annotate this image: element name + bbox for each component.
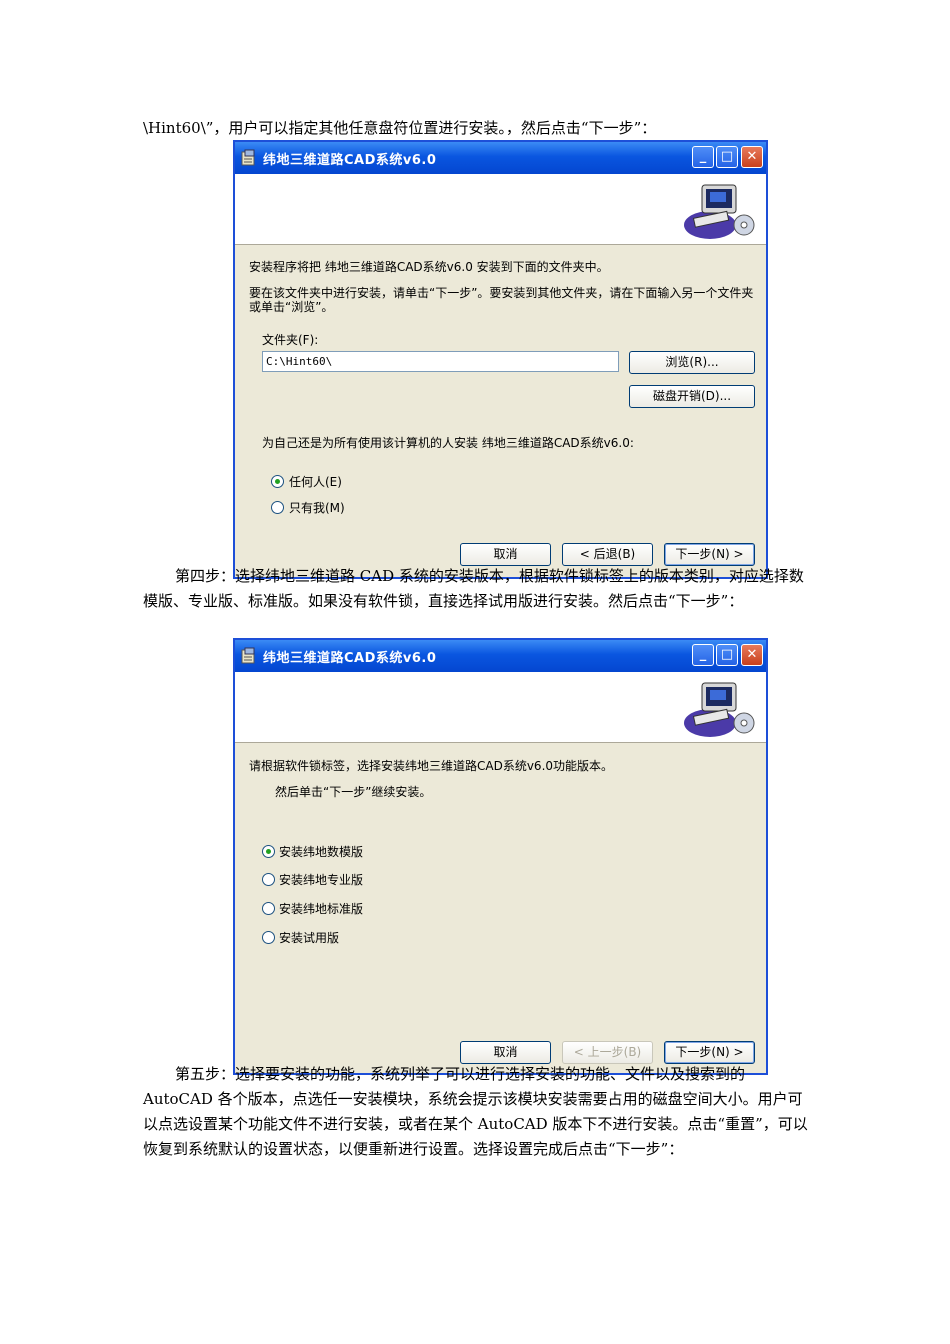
computer-setup-icon <box>684 184 755 239</box>
back-button-disabled: < 上一步(B) <box>562 1041 653 1064</box>
minimize-icon: _ <box>699 149 707 164</box>
radio-just-me[interactable] <box>271 501 284 514</box>
paragraph-install-path: \Hint60\”，用户可以指定其他任意盘符位置进行安装。，然后点击“下一步”： <box>143 119 657 137</box>
title-bar[interactable]: 纬地三维道路CAD系统v6.0 _ □ ✕ <box>235 640 766 672</box>
maximize-button[interactable]: □ <box>716 644 738 666</box>
folder-label: 文件夹(F): <box>262 333 319 347</box>
radio-selected-dot <box>275 479 280 484</box>
close-button[interactable]: ✕ <box>741 146 763 168</box>
instruction-text: 要在该文件夹中进行安装，请单击“下一步”。要安装到其他文件夹，请在下面输入另一个… <box>249 286 754 314</box>
maximize-icon: □ <box>720 149 734 164</box>
next-button[interactable]: 下一步(N) > <box>664 543 755 566</box>
user-scope-question: 为自己还是为所有使用该计算机的人安装 纬地三维道路CAD系统v6.0: <box>262 436 634 450</box>
disk-cost-button[interactable]: 磁盘开销(D)... <box>629 385 755 408</box>
edition-instruction-text: 请根据软件锁标签，选择安装纬地三维道路CAD系统v6.0功能版本。 <box>249 759 614 773</box>
minimize-button[interactable]: _ <box>692 644 714 666</box>
browse-button[interactable]: 浏览(R)... <box>629 351 755 374</box>
minimize-button[interactable]: _ <box>692 146 714 168</box>
close-icon: ✕ <box>746 149 758 164</box>
radio-everyone-label[interactable]: 任何人(E) <box>289 475 342 489</box>
maximize-icon: □ <box>720 647 734 662</box>
back-button[interactable]: < 后退(B) <box>562 543 653 566</box>
installer-app-icon <box>241 647 255 664</box>
close-button[interactable]: ✕ <box>741 644 763 666</box>
radio-edition-trial[interactable] <box>262 931 275 944</box>
next-button[interactable]: 下一步(N) > <box>664 1041 755 1064</box>
intro-text: 安装程序将把 纬地三维道路CAD系统v6.0 安装到下面的文件夹中。 <box>249 260 609 274</box>
radio-edition-standard-label[interactable]: 安装纬地标准版 <box>279 902 363 916</box>
folder-path-input[interactable]: C:\Hint60\ <box>262 351 619 372</box>
radio-edition-standard[interactable] <box>262 902 275 915</box>
window-title: 纬地三维道路CAD系统v6.0 <box>263 651 437 666</box>
computer-setup-icon <box>684 682 755 737</box>
radio-just-me-label[interactable]: 只有我(M) <box>289 501 345 515</box>
radio-edition-trial-label[interactable]: 安装试用版 <box>279 931 339 945</box>
installer-window-edition: 纬地三维道路CAD系统v6.0 _ □ ✕ 请根据软件锁标签，选择安装纬地三维道… <box>233 638 768 1075</box>
header-banner <box>235 672 766 743</box>
close-icon: ✕ <box>746 647 758 662</box>
installer-window-folder: 纬地三维道路CAD系统v6.0 _ □ ✕ 安装程序将把 纬地三维道路CAD系统… <box>233 140 768 579</box>
cancel-button[interactable]: 取消 <box>460 1041 551 1064</box>
radio-everyone[interactable] <box>271 475 284 488</box>
radio-edition-professional[interactable] <box>262 873 275 886</box>
radio-selected-dot <box>266 849 271 854</box>
radio-edition-professional-label[interactable]: 安装纬地专业版 <box>279 873 363 887</box>
minimize-icon: _ <box>699 647 707 662</box>
paragraph-step5: 第五步：选择要安装的功能，系统列举了可以进行选择安装的功能、文件以及搜索到的 A… <box>143 1065 808 1158</box>
title-bar[interactable]: 纬地三维道路CAD系统v6.0 _ □ ✕ <box>235 142 766 174</box>
paragraph-step4: 第四步：选择纬地三维道路 CAD 系统的安装版本，根据软件锁标签上的版本类别，对… <box>143 567 804 610</box>
window-title: 纬地三维道路CAD系统v6.0 <box>263 153 437 168</box>
cancel-button[interactable]: 取消 <box>460 543 551 566</box>
radio-edition-dem[interactable] <box>262 845 275 858</box>
radio-edition-dem-label[interactable]: 安装纬地数模版 <box>279 845 363 859</box>
continue-instruction-text: 然后单击“下一步”继续安装。 <box>275 785 432 799</box>
maximize-button[interactable]: □ <box>716 146 738 168</box>
header-banner <box>235 174 766 245</box>
installer-app-icon <box>241 149 255 166</box>
